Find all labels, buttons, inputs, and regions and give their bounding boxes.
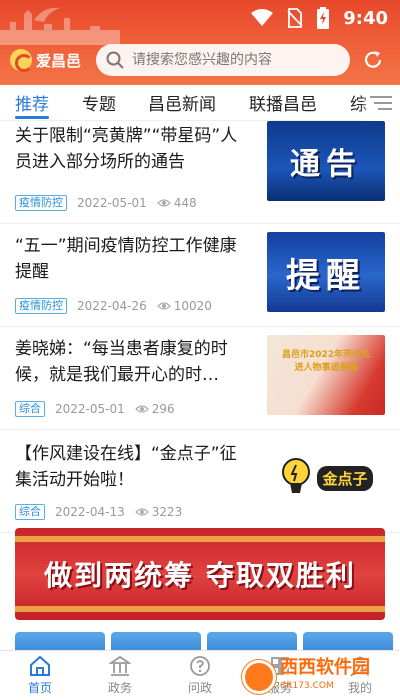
nav-profile[interactable]: 我的 [320, 655, 400, 696]
news-meta: 综合 2022-05-01 296 [15, 401, 175, 417]
nav-label: 服务 [267, 681, 292, 695]
news-tag: 综合 [15, 401, 45, 417]
news-title: 姜晓娣：“每当患者康复的时候，就是我们最开心的时… [15, 339, 228, 385]
news-tag: 综合 [15, 504, 45, 520]
news-item[interactable]: 关于限制“亮黄牌”“带星码”人员进入部分场所的通告 疫情防控 2022-05-0… [0, 121, 400, 224]
news-thumbnail[interactable]: 通告 [267, 121, 385, 201]
news-views: 296 [134, 402, 175, 416]
nav-label: 首页 [27, 681, 52, 695]
service-icon [271, 657, 289, 675]
nav-government[interactable]: 政务 [80, 655, 160, 696]
eye-icon [134, 405, 149, 413]
nav-service[interactable]: 服务 [240, 655, 320, 696]
promo-banner[interactable]: 做到两统筹 夺取双胜利 [15, 528, 385, 620]
news-views: 3223 [134, 505, 183, 519]
profile-icon [350, 656, 370, 677]
wifi-icon [251, 9, 274, 26]
news-meta: 疫情防控 2022-04-26 10020 [15, 298, 212, 314]
tab-special[interactable]: 专题 [82, 85, 116, 121]
news-date: 2022-05-01 [77, 196, 147, 210]
app-logo[interactable]: 爱昌邑 [10, 49, 96, 72]
news-title: “五一”期间疫情防控工作健康提醒 [15, 236, 237, 282]
nav-label: 我的 [347, 681, 372, 695]
news-views: 448 [156, 196, 197, 210]
quick-entry-card[interactable] [111, 632, 201, 652]
news-title: 关于限制“亮黄牌”“带星码”人员进入部分场所的通告 [15, 126, 238, 172]
news-thumbnail[interactable]: 昌邑市2022年劳动先进人物事迹展播 [267, 335, 385, 415]
thumbnail-text: 金点子 [317, 465, 373, 491]
quick-entry-card[interactable] [207, 632, 297, 652]
refresh-icon [364, 51, 382, 68]
eye-icon [156, 302, 171, 310]
news-meta: 疫情防控 2022-05-01 448 [15, 195, 197, 211]
tab-recommend[interactable]: 推荐 [15, 85, 49, 121]
eye-icon [134, 508, 149, 516]
news-title: 【作风建设在线】“金点子”征集活动开始啦！ [15, 444, 237, 490]
news-thumbnail[interactable]: 金点子 [267, 438, 385, 518]
news-tag: 疫情防控 [15, 298, 67, 314]
tab-menu-button[interactable] [360, 85, 400, 121]
thumbnail-text: 提醒 [286, 255, 366, 296]
logo-icon [10, 49, 33, 72]
nav-inquiry[interactable]: 问政 [160, 655, 240, 696]
no-sim-icon [287, 8, 303, 28]
search-icon [106, 51, 124, 69]
logo-text: 爱昌邑 [36, 51, 82, 70]
quick-entry-card[interactable] [15, 632, 105, 652]
news-item[interactable]: “五一”期间疫情防控工作健康提醒 疫情防控 2022-04-26 10020 提… [0, 224, 400, 327]
news-item[interactable]: 【作风建设在线】“金点子”征集活动开始啦！ 综合 2022-04-13 3223… [0, 430, 400, 533]
quick-entry-card[interactable] [303, 632, 393, 652]
top-bar: 爱昌邑 [0, 42, 400, 78]
news-date: 2022-04-13 [55, 505, 125, 519]
eye-icon [156, 199, 171, 207]
menu-icon [370, 96, 392, 110]
news-tag: 疫情防控 [15, 195, 67, 211]
status-time: 9:40 [343, 7, 388, 29]
banner-text: 做到两统筹 夺取双胜利 [44, 559, 356, 592]
question-icon [190, 656, 210, 676]
news-date: 2022-05-01 [55, 402, 125, 416]
news-view-count: 296 [151, 402, 175, 416]
news-views: 10020 [156, 299, 212, 313]
news-item[interactable]: 姜晓娣：“每当患者康复的时候，就是我们最开心的时… 综合 2022-05-01 … [0, 327, 400, 430]
nav-label: 问政 [187, 681, 212, 695]
refresh-button[interactable] [356, 43, 390, 77]
search-bar[interactable] [96, 44, 350, 76]
home-icon [30, 655, 50, 676]
news-view-count: 3223 [151, 505, 183, 519]
lightbulb-icon [282, 458, 311, 493]
bottom-navigation: 首页 政务 问政 服务 我的 [0, 650, 400, 700]
channel-tabs: 推荐 专题 昌邑新闻 联播昌邑 综 [0, 85, 400, 121]
banner-decoration [15, 536, 385, 542]
status-bar: 9:40 [0, 0, 400, 36]
banner-decoration [15, 606, 385, 612]
battery-charging-icon [317, 7, 330, 29]
nav-home[interactable]: 首页 [0, 655, 80, 696]
news-view-count: 448 [173, 196, 197, 210]
thumbnail-text: 昌邑市2022年劳动先进人物事迹展播 [281, 350, 371, 373]
news-view-count: 10020 [173, 299, 212, 313]
news-date: 2022-04-26 [77, 299, 147, 313]
news-list: 关于限制“亮黄牌”“带星码”人员进入部分场所的通告 疫情防控 2022-05-0… [0, 121, 400, 533]
government-icon [109, 655, 131, 676]
thumbnail-text: 通告 [290, 147, 362, 182]
tab-broadcast-changyi[interactable]: 联播昌邑 [249, 85, 317, 121]
search-input[interactable] [132, 52, 340, 68]
quick-entry-row [15, 632, 400, 652]
news-meta: 综合 2022-04-13 3223 [15, 504, 182, 520]
app-header: 9:40 爱昌邑 [0, 0, 400, 85]
news-thumbnail[interactable]: 提醒 [267, 232, 385, 312]
tab-changyi-news[interactable]: 昌邑新闻 [148, 85, 216, 121]
nav-label: 政务 [107, 681, 132, 695]
